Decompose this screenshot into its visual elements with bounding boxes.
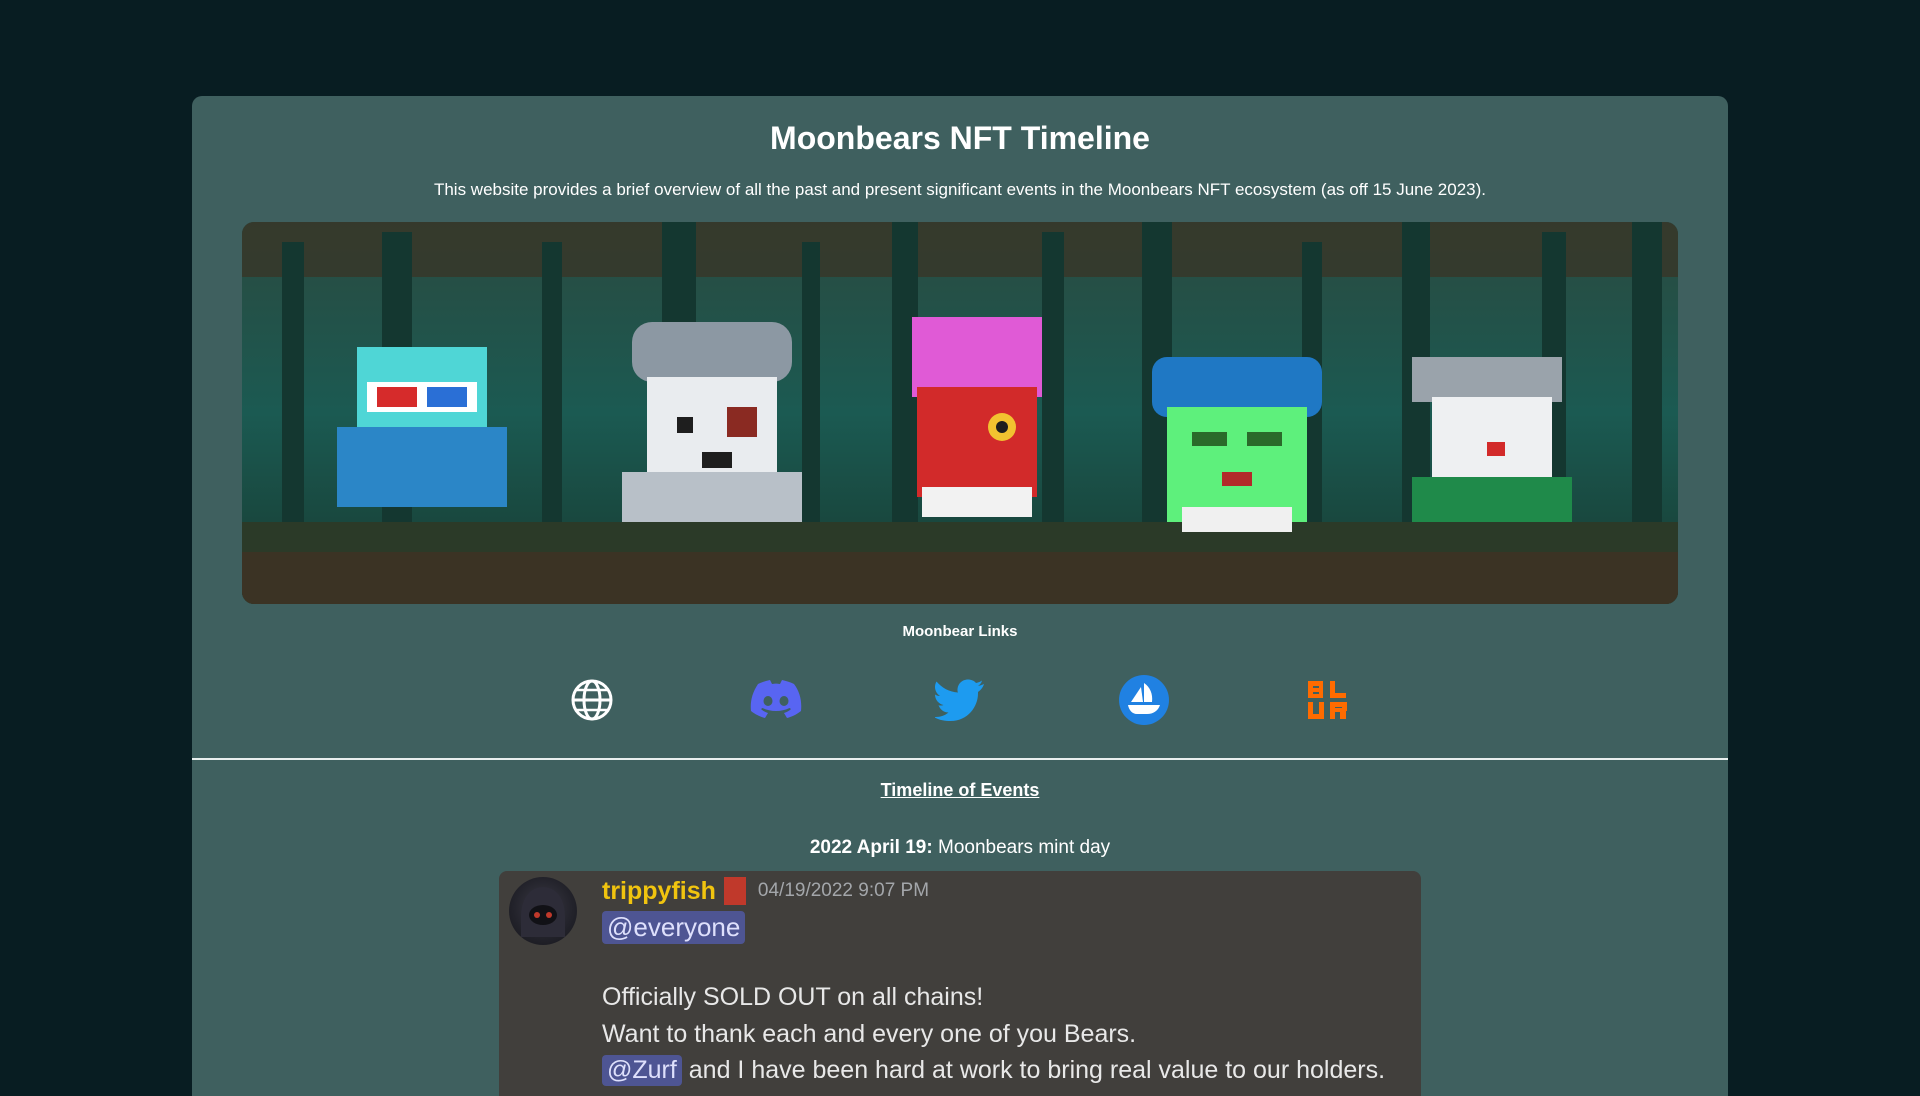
blur-icon [1308, 681, 1347, 719]
opensea-icon [1119, 675, 1169, 725]
section-divider [192, 758, 1728, 760]
page-title: Moonbears NFT Timeline [770, 120, 1150, 156]
links-label: Moonbear Links [902, 623, 1018, 640]
opensea-link[interactable] [1118, 674, 1170, 726]
discord-icon [750, 680, 802, 718]
discord-message-screenshot: trippyfish 04/19/2022 9:07 PM @everyone … [499, 871, 1421, 1096]
message-line-3: @Zurf and I have been hard at work to br… [602, 1055, 1385, 1086]
globe-icon [571, 679, 613, 721]
role-badge-icon [723, 877, 746, 905]
everyone-mention: @everyone [602, 911, 746, 944]
blur-link[interactable] [1302, 674, 1354, 726]
message-header: trippyfish 04/19/2022 9:07 PM [602, 875, 929, 907]
event-description: Moonbears mint day [932, 837, 1111, 858]
message-mention-line: @everyone [602, 911, 746, 944]
main-panel: Moonbears NFT Timeline This website prov… [192, 96, 1728, 1096]
social-links-row [192, 674, 1728, 726]
event-title: 2022 April 19: Moonbears mint day [192, 837, 1728, 859]
message-line-1: Officially SOLD OUT on all chains! [602, 983, 984, 1011]
website-link[interactable] [566, 674, 618, 726]
discord-link[interactable] [750, 674, 802, 726]
user-mention: @Zurf [602, 1055, 682, 1086]
twitter-icon [935, 679, 984, 721]
avatar [509, 877, 577, 945]
message-username: trippyfish [602, 876, 716, 905]
page-subtitle: This website provides a brief overview o… [433, 180, 1487, 199]
timeline-heading[interactable]: Timeline of Events [192, 780, 1728, 801]
twitter-link[interactable] [934, 674, 986, 726]
moonbears-banner-image [242, 222, 1678, 604]
event-date: 2022 April 19: [809, 837, 933, 858]
message-line-2: Want to thank each and every one of you … [602, 1020, 1137, 1048]
message-timestamp: 04/19/2022 9:07 PM [757, 880, 930, 901]
